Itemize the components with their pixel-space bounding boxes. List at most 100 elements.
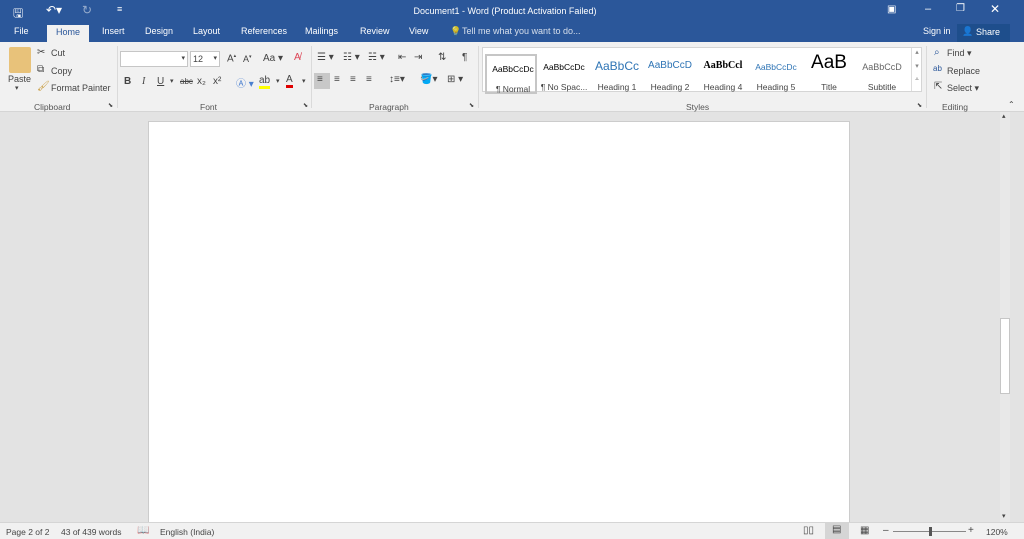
dialog-launcher-icon[interactable]: ⬊	[917, 102, 922, 109]
change-case-icon[interactable]: Aa ▾	[263, 53, 283, 64]
shading-icon[interactable]: 🪣▾	[420, 74, 437, 85]
style-heading-1[interactable]: AaBbCc Heading 1	[591, 54, 643, 94]
style-subtitle[interactable]: AaBbCcD Subtitle	[856, 54, 908, 94]
styles-group-label: Styles	[686, 102, 710, 112]
cut-button[interactable]: Cut	[51, 48, 65, 58]
collapse-ribbon-icon[interactable]: ⌃	[1008, 100, 1015, 109]
select-button[interactable]: Select ▾	[947, 83, 979, 94]
paste-icon[interactable]	[9, 47, 31, 73]
clear-formatting-icon[interactable]: A̸	[294, 52, 301, 63]
tab-design[interactable]: Design	[145, 26, 173, 36]
multilevel-list-icon[interactable]: ☵ ▾	[368, 52, 385, 63]
font-group-label: Font	[200, 102, 218, 112]
tab-file[interactable]: File	[14, 26, 29, 36]
page-count[interactable]: Page 2 of 2	[6, 527, 49, 537]
style-heading-2[interactable]: AaBbCcD Heading 2	[644, 54, 696, 94]
dialog-launcher-icon[interactable]: ⬊	[469, 102, 474, 109]
dialog-launcher-icon[interactable]: ⬊	[303, 102, 308, 109]
language[interactable]: English (India)	[160, 527, 214, 537]
zoom-out-icon[interactable]: –	[883, 525, 889, 536]
text-effects-icon[interactable]: Ⓐ ▾	[236, 75, 254, 90]
line-spacing-icon[interactable]: ↕≡▾	[389, 74, 405, 85]
proofing-icon[interactable]: 📖	[137, 525, 149, 536]
zoom-in-icon[interactable]: +	[968, 525, 974, 536]
sign-in-link[interactable]: Sign in	[923, 26, 951, 36]
show-hide-button[interactable]: ¶	[462, 52, 467, 63]
ribbon-tabs: File Home Insert Design Layout Reference…	[0, 22, 1024, 42]
status-bar: Page 2 of 2 43 of 439 words 📖 English (I…	[0, 522, 1024, 539]
font-size-input[interactable]: 12 ▾	[190, 51, 220, 67]
subscript-button[interactable]: x₂	[197, 76, 206, 87]
strikethrough-button[interactable]: abc	[180, 77, 193, 86]
paste-button[interactable]: Paste	[8, 74, 31, 84]
tab-references[interactable]: References	[241, 26, 287, 36]
borders-icon[interactable]: ⊞ ▾	[447, 74, 463, 85]
close-icon[interactable]: ✕	[990, 2, 1000, 16]
paste-dropdown-icon[interactable]: ▾	[15, 84, 19, 92]
word-count[interactable]: 43 of 439 words	[61, 527, 121, 537]
web-layout-icon[interactable]: ▦	[860, 525, 869, 536]
bullets-icon[interactable]: ☰ ▾	[317, 52, 334, 63]
sort-icon[interactable]: ⇅	[438, 52, 446, 63]
tab-insert[interactable]: Insert	[102, 26, 125, 36]
style-no-spacing[interactable]: AaBbCcDc ¶ No Spac...	[538, 54, 590, 94]
replace-button[interactable]: Replace	[947, 66, 980, 76]
style-heading-5[interactable]: AaBbCcDc Heading 5	[750, 54, 802, 94]
highlight-icon[interactable]: ab	[259, 75, 271, 89]
italic-button[interactable]: I	[142, 76, 145, 87]
grow-font-icon[interactable]: A▴	[227, 53, 236, 64]
share-label: Share	[976, 27, 1001, 37]
restore-icon[interactable]: ❐	[956, 3, 965, 14]
font-color-icon[interactable]: A	[286, 74, 293, 88]
ribbon-display-icon[interactable]: ▣	[887, 4, 896, 15]
scroll-down-icon[interactable]: ▾	[1002, 512, 1006, 520]
styles-gallery: AaBbCcDc ¶ Normal AaBbCcDc ¶ No Spac... Aa…	[482, 47, 922, 94]
print-layout-button[interactable]: ▤	[825, 523, 849, 539]
font-name-input[interactable]: ▾	[120, 51, 188, 67]
scroll-thumb[interactable]	[1000, 318, 1010, 394]
align-right-icon[interactable]: ≡	[350, 74, 356, 85]
underline-button[interactable]: U	[157, 76, 164, 87]
superscript-button[interactable]: x²	[213, 76, 221, 87]
underline-dropdown-icon[interactable]: ▾	[170, 77, 174, 85]
zoom-slider-thumb[interactable]	[929, 527, 932, 536]
align-center-icon[interactable]: ≡	[334, 74, 340, 85]
tab-view[interactable]: View	[409, 26, 428, 36]
scroll-up-icon[interactable]: ▴	[1002, 112, 1006, 120]
format-painter-icon: 🖌	[37, 81, 50, 92]
bold-button[interactable]: B	[124, 76, 131, 87]
tab-layout[interactable]: Layout	[193, 26, 220, 36]
search-icon: ⌕	[934, 47, 940, 58]
highlight-dropdown-icon[interactable]: ▾	[276, 77, 280, 85]
tab-home[interactable]: Home	[47, 25, 90, 42]
title-bar: 🖫 ↶▾ ↻ ≡ Document1 - Word (Product Activ…	[0, 0, 1024, 22]
shrink-font-icon[interactable]: A▾	[243, 54, 252, 64]
window-title: Document1 - Word (Product Activation Fai…	[413, 6, 597, 16]
align-left-button[interactable]: ≡	[314, 73, 330, 89]
decrease-indent-icon[interactable]: ⇤	[398, 52, 406, 63]
style-normal[interactable]: AaBbCcDc ¶ Normal	[485, 54, 537, 94]
justify-icon[interactable]: ≡	[366, 74, 372, 85]
format-painter-button[interactable]: Format Painter	[51, 83, 111, 93]
minimize-icon[interactable]: –	[925, 3, 931, 15]
style-heading-4[interactable]: AaBbCcl Heading 4	[697, 54, 749, 94]
numbering-icon[interactable]: ☷ ▾	[343, 52, 360, 63]
copy-button[interactable]: Copy	[51, 66, 72, 76]
share-button[interactable]: 👤 Share	[957, 24, 1010, 42]
lightbulb-icon: 💡	[450, 26, 462, 36]
font-color-dropdown-icon[interactable]: ▾	[302, 77, 306, 85]
tell-me-input[interactable]: Tell me what you want to do...	[462, 26, 581, 36]
vertical-scrollbar[interactable]: ▴ ▾	[1000, 112, 1010, 522]
find-button[interactable]: Find ▾	[947, 48, 972, 59]
read-mode-icon[interactable]: ▯▯	[803, 525, 814, 536]
scissors-icon: ✂	[37, 47, 46, 58]
zoom-level[interactable]: 120%	[986, 527, 1008, 537]
dialog-launcher-icon[interactable]: ⬊	[108, 102, 113, 109]
styles-scroll[interactable]: ▴ ▾ ⩡	[911, 48, 922, 91]
increase-indent-icon[interactable]: ⇥	[414, 52, 422, 63]
tab-mailings[interactable]: Mailings	[305, 26, 338, 36]
tab-review[interactable]: Review	[360, 26, 390, 36]
style-title[interactable]: AaB Title	[803, 52, 855, 94]
person-icon: 👤	[962, 26, 974, 36]
document-page[interactable]	[148, 121, 850, 522]
